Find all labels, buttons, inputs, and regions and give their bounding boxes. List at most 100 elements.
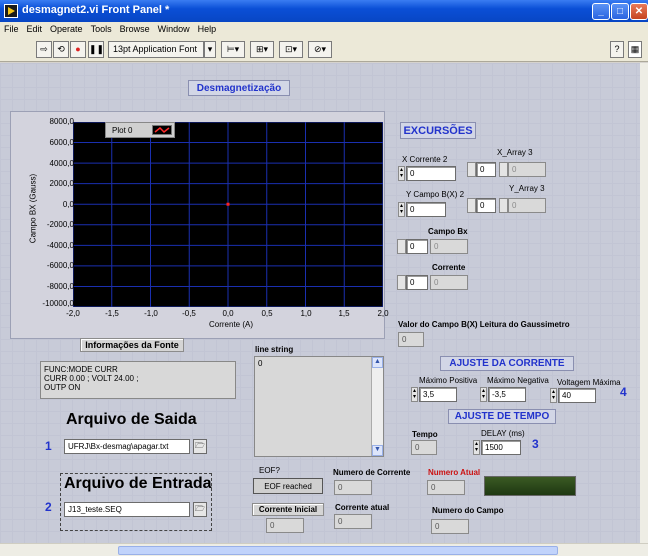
numero-campo-label: Numero do Campo [432, 506, 504, 515]
xtick: 1,5 [338, 309, 350, 318]
y-campo-stepper[interactable]: ▴ ▾ [398, 202, 405, 217]
run-arrow-icon[interactable]: ⇨ [36, 41, 52, 58]
corrente-index[interactable]: 0 [406, 275, 428, 290]
corrente-inicial-value: 0 [266, 518, 304, 533]
ytick: -10000,0 [42, 299, 74, 308]
tempo-label: Tempo [412, 430, 438, 439]
delay-label: DELAY (ms) [481, 429, 525, 438]
x-array-index[interactable]: 0 [476, 162, 496, 177]
pause-icon[interactable]: ❚❚ [88, 41, 104, 58]
tempo-value: 0 [411, 440, 437, 455]
close-button[interactable]: ✕ [630, 3, 648, 20]
xy-graph: Plot 0 8000,0 6000,0 4000,0 2000,0 0,0 -… [10, 111, 389, 339]
max-neg-stepper[interactable]: ▴ ▾ [480, 387, 487, 402]
x-array-element-stepper[interactable] [499, 162, 508, 177]
ajuste-corrente-badge: 4 [620, 385, 627, 399]
saida-path-input[interactable]: UFRJ\Bx-desmag\apagar.txt [64, 439, 190, 454]
max-pos-input[interactable]: 3,5 [419, 387, 457, 402]
vertical-scrollbar[interactable] [640, 63, 648, 543]
xtick: 0,5 [261, 309, 273, 318]
menu-browse[interactable]: Browse [116, 22, 154, 34]
campo-bx-index[interactable]: 0 [406, 239, 428, 254]
numero-corrente-label: Numero de Corrente [333, 468, 411, 477]
delay-input[interactable]: 1500 [481, 440, 521, 455]
menu-window[interactable]: Window [154, 22, 194, 34]
chevron-down-icon[interactable]: ▾ [204, 41, 216, 58]
x-corrente-input[interactable]: 0 [406, 166, 456, 181]
eof-reached-button[interactable]: EOF reached [253, 478, 323, 494]
entrada-badge: 2 [45, 500, 52, 514]
horizontal-scroll-thumb[interactable] [118, 546, 558, 555]
corrente-array-label: Corrente [432, 263, 466, 272]
menu-file[interactable]: File [0, 22, 23, 34]
plot-area[interactable] [73, 122, 383, 307]
minimize-button[interactable]: _ [592, 3, 610, 20]
help-icon[interactable]: ? [610, 41, 624, 58]
distribute-objects-icon[interactable]: ⊞▾ [250, 41, 274, 58]
font-select[interactable]: 13pt Application Font [108, 41, 204, 58]
y-campo-label: Y Campo B(X) 2 [406, 190, 465, 199]
x-array-label: X_Array 3 [497, 148, 533, 157]
resize-objects-icon[interactable]: ⊡▾ [279, 41, 303, 58]
ajuste-tempo-badge: 3 [532, 437, 539, 451]
y-array-index-stepper[interactable] [467, 198, 476, 213]
x-corrente-stepper[interactable]: ▴ ▾ [398, 166, 405, 181]
delay-stepper[interactable]: ▴ ▾ [473, 440, 480, 455]
y-array-index[interactable]: 0 [476, 198, 496, 213]
line-string-box[interactable]: 0 ▲ ▼ [254, 356, 384, 457]
chart-title: Desmagnetização [188, 80, 290, 96]
entrada-title: Arquivo de Entrada [64, 475, 212, 492]
max-pos-label: Máximo Positiva [419, 376, 478, 385]
y-campo-input[interactable]: 0 [406, 202, 446, 217]
toolbar: ⇨ ⟲ ● ❚❚ 13pt Application Font ▾ ⊨▾ ⊞▾ ⊡… [0, 38, 648, 62]
scroll-down-icon[interactable]: ▼ [372, 445, 383, 456]
maximize-button[interactable]: □ [611, 3, 629, 20]
fonte-text: FUNC:MODE CURR CURR 0.00 ; VOLT 24.00 ; … [40, 361, 236, 399]
labview-vi-icon [4, 4, 18, 18]
y-array-element-stepper[interactable] [499, 198, 508, 213]
eof-label: EOF? [259, 466, 280, 475]
entrada-browse-folder-icon[interactable]: 🗁 [193, 502, 207, 517]
labview-window: desmagnet2.vi Front Panel * _ □ ✕ File Ed… [0, 0, 648, 556]
numero-corrente-value: 0 [334, 480, 372, 495]
legend-label: Plot 0 [112, 126, 133, 135]
scroll-up-icon[interactable]: ▲ [372, 357, 383, 368]
volt-max-input[interactable]: 40 [558, 388, 596, 403]
menu-help[interactable]: Help [194, 22, 221, 34]
xtick: -0,5 [182, 309, 196, 318]
max-neg-label: Máximo Negativa [487, 376, 549, 385]
front-panel: Desmagnetização Plot 0 8000,0 6000,0 400… [0, 63, 640, 543]
abort-icon[interactable]: ● [70, 41, 86, 58]
align-objects-icon[interactable]: ⊨▾ [221, 41, 245, 58]
excursoes-title: EXCURSÕES [400, 122, 476, 139]
ytick: 6000,0 [49, 138, 74, 147]
menu-operate[interactable]: Operate [46, 22, 87, 34]
xtick: 0,0 [222, 309, 234, 318]
x-array-index-stepper[interactable] [467, 162, 476, 177]
window-title: desmagnet2.vi Front Panel * [22, 4, 170, 16]
xtick: 1,0 [300, 309, 312, 318]
corrente-index-stepper[interactable] [397, 275, 406, 290]
ytick: 8000,0 [49, 117, 74, 126]
campo-bx-index-stepper[interactable] [397, 239, 406, 254]
y-array-label: Y_Array 3 [509, 184, 545, 193]
max-neg-input[interactable]: -3,5 [488, 387, 526, 402]
saida-badge: 1 [45, 439, 52, 453]
menu-edit[interactable]: Edit [23, 22, 47, 34]
line-string-label: line string [255, 345, 294, 354]
volt-max-stepper[interactable]: ▴ ▾ [550, 388, 557, 403]
run-continuously-icon[interactable]: ⟲ [53, 41, 69, 58]
horizontal-scrollbar[interactable] [0, 543, 648, 556]
reorder-icon[interactable]: ⊘▾ [308, 41, 332, 58]
menu-bar: File Edit Operate Tools Browse Window Help [0, 22, 648, 38]
menu-tools[interactable]: Tools [87, 22, 116, 34]
numero-atual-value: 0 [427, 480, 465, 495]
entrada-path-input[interactable]: J13_teste.SEQ [64, 502, 190, 517]
xtick: -2,0 [66, 309, 80, 318]
plot-legend[interactable]: Plot 0 [105, 122, 175, 138]
campo-bx-label: Campo Bx [428, 227, 468, 236]
line-string-scrollbar[interactable]: ▲ ▼ [371, 357, 383, 456]
leitura-label: Valor do Campo B(X) Leitura do Gaussimet… [398, 320, 570, 329]
saida-browse-folder-icon[interactable]: 🗁 [193, 439, 207, 454]
max-pos-stepper[interactable]: ▴ ▾ [411, 387, 418, 402]
